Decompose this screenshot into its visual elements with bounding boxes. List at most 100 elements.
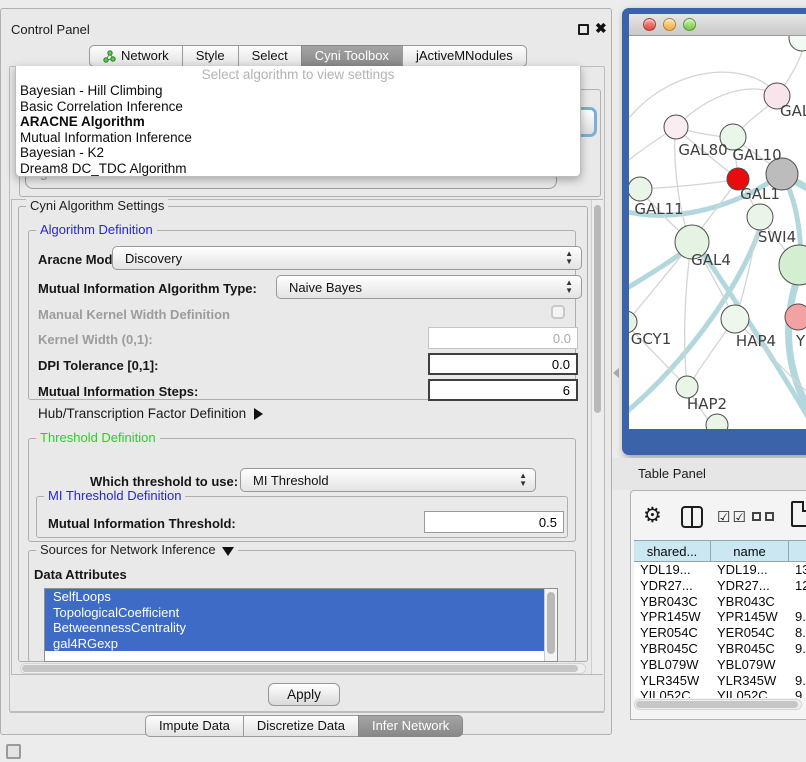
algorithm-option-basic-correlation-inference[interactable]: Basic Correlation Inference [16, 99, 580, 115]
select-all-checkboxes-icon[interactable]: ☑☑ [717, 508, 748, 526]
minimized-panel-icon[interactable] [6, 744, 21, 759]
algorithm-option-aracne-algorithm[interactable]: ARACNE Algorithm [16, 114, 580, 130]
table-body: YDL19...YDL19...13YDR27...YDR27...12YBR0… [634, 562, 806, 698]
network-edge[interactable] [629, 246, 689, 323]
table-cell: YDL19... [634, 562, 711, 578]
mi-type-combo[interactable]: Naive Bayes ▲▼ [276, 275, 582, 299]
hub-definition-toggle[interactable]: Hub/Transcription Factor Definition [38, 406, 263, 421]
node-label-gal80: GAL80 [678, 141, 727, 159]
tab-cyni-toolbox[interactable]: Cyni Toolbox [301, 45, 403, 67]
bottom-tab-bar: Impute DataDiscretize DataInfer Network [145, 715, 463, 737]
settings-hscrollbar[interactable] [20, 663, 586, 674]
table-row[interactable]: YBL079WYBL079W [634, 657, 806, 673]
network-node-salmon-node[interactable] [785, 304, 806, 330]
which-threshold-combo[interactable]: MI Threshold ▲▼ [240, 468, 536, 492]
deselect-all-checkboxes-icon[interactable] [752, 512, 774, 521]
network-edge[interactable] [643, 180, 734, 189]
table-row[interactable]: YER054CYER054C8. [634, 625, 806, 641]
table-row[interactable]: YBR045CYBR045C9. [634, 641, 806, 657]
manual-kernel-checkbox[interactable] [551, 305, 565, 319]
which-threshold-value: MI Threshold [253, 473, 329, 488]
table-cell: YDL19... [711, 562, 789, 578]
table-row[interactable]: YIL052CYIL052C9 [634, 688, 806, 698]
expanded-arrow-icon[interactable] [222, 547, 234, 556]
column-layout-icon[interactable] [681, 506, 703, 528]
tab-discretize-data[interactable]: Discretize Data [243, 715, 359, 737]
hub-definition-label: Hub/Transcription Factor Definition [38, 406, 246, 421]
settings-vscrollbar[interactable] [591, 200, 603, 674]
column-header-a[interactable]: A [789, 541, 806, 561]
network-window-titlebar[interactable] [629, 14, 806, 36]
close-window-icon[interactable] [643, 18, 656, 31]
tab-network[interactable]: Network [89, 45, 183, 67]
table-cell: YDR27... [634, 578, 711, 594]
column-header-name[interactable]: name [711, 541, 789, 561]
algorithm-option-mutual-information-inference[interactable]: Mutual Information Inference [16, 130, 580, 146]
mi-steps-field[interactable] [428, 379, 578, 401]
cyni-settings-panel: Cyni Algorithm Settings Algorithm Defini… [11, 199, 603, 675]
apply-button[interactable]: Apply [268, 683, 340, 706]
table-header-row[interactable]: shared...nameA [634, 540, 806, 562]
top-tab-bar: NetworkStyleSelectCyni ToolboxjActiveMNo… [89, 45, 527, 67]
table-cell: 8. [789, 625, 806, 641]
network-node-top-partial[interactable] [789, 36, 806, 51]
control-panel-window: Control Panel ✖ NetworkStyleSelectCyni T… [0, 8, 612, 735]
network-node-gal80[interactable] [664, 115, 688, 139]
network-node-bottom-partial[interactable] [706, 414, 728, 429]
screen: Control Panel ✖ NetworkStyleSelectCyni T… [0, 0, 806, 762]
network-node-gal11[interactable] [629, 177, 652, 201]
tab-infer-network[interactable]: Infer Network [358, 715, 463, 737]
attributes-list-scrollbar[interactable] [544, 589, 557, 661]
aracne-mode-combo[interactable]: Discovery ▲▼ [112, 246, 582, 270]
table-row[interactable]: YBR043CYBR043C [634, 594, 806, 610]
network-node-swi4[interactable] [747, 204, 773, 230]
network-node-hap4[interactable] [721, 305, 749, 333]
node-label-salmon-node: Y [795, 332, 806, 350]
table-cell: 9. [789, 673, 806, 689]
table-cell: YBL079W [711, 657, 789, 673]
table-row[interactable]: YDR27...YDR27...12 [634, 578, 806, 594]
algorithm-option-bayesian-hill-climbing[interactable]: Bayesian - Hill Climbing [16, 83, 580, 99]
sources-legend-text: Sources for Network Inference [40, 542, 216, 557]
table-cell: YBR045C [634, 641, 711, 657]
mi-type-value: Naive Bayes [289, 280, 362, 295]
network-node-big-green[interactable] [779, 245, 806, 285]
table-row[interactable]: YDL19...YDL19...13 [634, 562, 806, 578]
table-row[interactable]: YPR145WYPR145W9. [634, 609, 806, 625]
attribute-item-selfloops[interactable]: SelfLoops [45, 589, 557, 605]
table-cell: YBR045C [711, 641, 789, 657]
combo-arrows-icon: ▲▼ [565, 279, 573, 295]
tab-jactivemnodules[interactable]: jActiveMNodules [402, 45, 527, 67]
mi-threshold-field[interactable] [424, 511, 564, 533]
network-edge[interactable] [677, 89, 777, 126]
table-hscrollbar[interactable] [634, 699, 802, 710]
data-attributes-list[interactable]: SelfLoopsTopologicalCoefficientBetweenne… [44, 588, 558, 662]
float-panel-icon[interactable] [578, 24, 589, 35]
close-panel-icon[interactable]: ✖ [595, 20, 607, 37]
network-edge[interactable] [685, 246, 691, 384]
algorithm-option-bayesian-k2[interactable]: Bayesian - K2 [16, 145, 580, 161]
network-view-window: GALGAL80GAL10GAL1SWI4GAL4GAL11GCY1HAP4YH… [622, 8, 806, 455]
column-header-shared-[interactable]: shared... [634, 541, 711, 561]
zoom-window-icon[interactable] [683, 18, 696, 31]
splitpane-handle-icon[interactable] [613, 368, 619, 378]
kernel-width-field[interactable] [428, 327, 578, 349]
algorithm-definition-legend: Algorithm Definition [36, 222, 157, 237]
node-label-gcy1: GCY1 [631, 330, 672, 348]
gear-icon[interactable]: ⚙ [643, 504, 662, 528]
table-row[interactable]: YLR345WYLR345W9. [634, 673, 806, 689]
network-edge[interactable] [629, 72, 777, 131]
table-cell: YER054C [711, 625, 789, 641]
minimize-window-icon[interactable] [663, 18, 676, 31]
algorithm-option-dream8-dc-tdc-algorithm[interactable]: Dream8 DC_TDC Algorithm [16, 161, 580, 177]
tab-impute-data[interactable]: Impute Data [145, 715, 244, 737]
attribute-item-topologicalcoefficient[interactable]: TopologicalCoefficient [45, 605, 557, 621]
dpi-tolerance-field[interactable] [428, 353, 578, 375]
network-canvas[interactable]: GALGAL80GAL10GAL1SWI4GAL4GAL11GCY1HAP4YH… [629, 36, 806, 429]
attribute-item-betweennesscentrality[interactable]: BetweennessCentrality [45, 620, 557, 636]
export-table-icon[interactable] [791, 501, 806, 527]
tab-select[interactable]: Select [238, 45, 302, 67]
node-label-swi4: SWI4 [758, 228, 796, 246]
attribute-item-gal4rgexp[interactable]: gal4RGexp [45, 636, 557, 652]
tab-style[interactable]: Style [182, 45, 239, 67]
